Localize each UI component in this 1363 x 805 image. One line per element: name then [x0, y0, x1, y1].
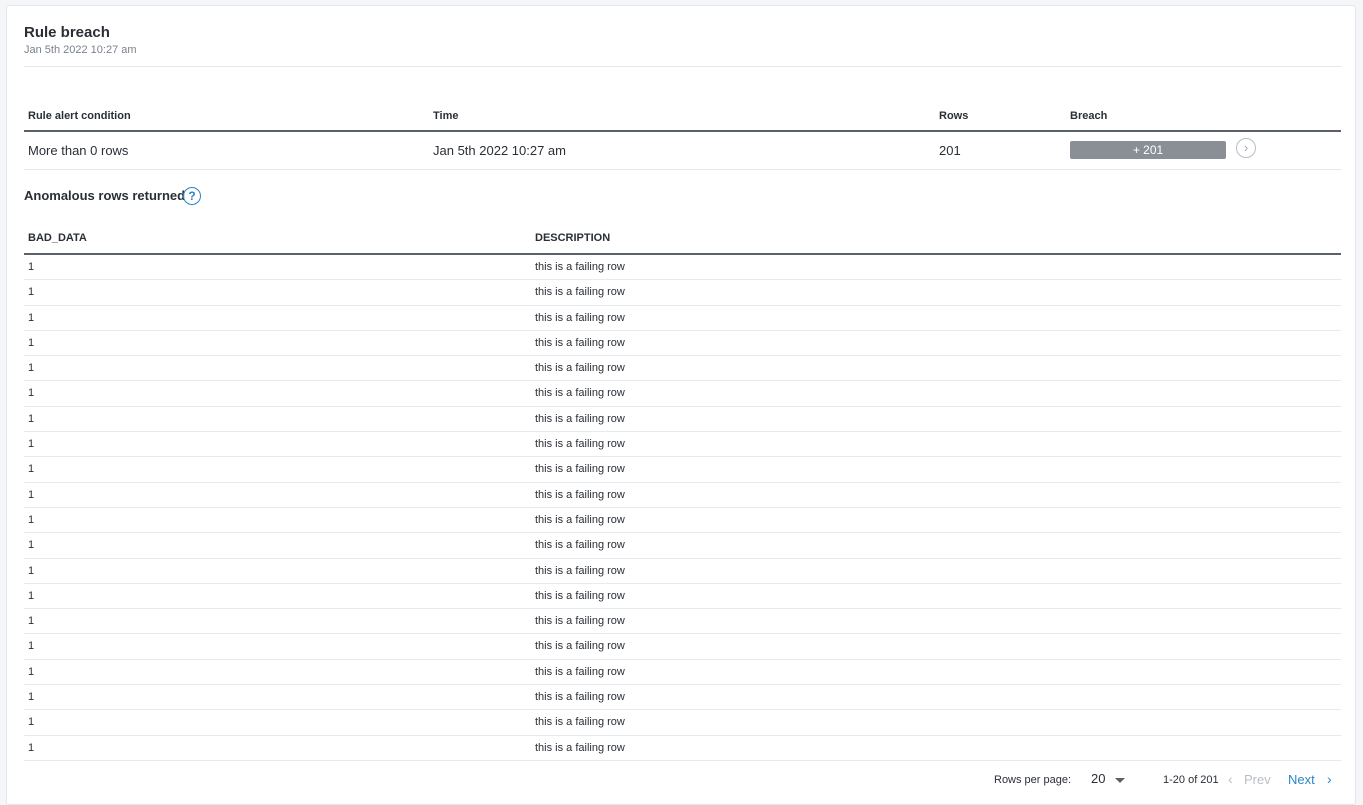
- header-divider: [24, 66, 1341, 67]
- description-cell: this is a failing row: [535, 564, 625, 577]
- bad-data-cell: 1: [28, 741, 35, 754]
- bad-data-cell: 1: [28, 261, 35, 273]
- table-row: 1 this is a failing row: [24, 432, 1341, 458]
- table-row: 1 this is a failing row: [24, 280, 1341, 306]
- description-cell: this is a failing row: [535, 741, 625, 754]
- col-header-breach: Breach: [1070, 110, 1108, 122]
- table-row: 1 this is a failing row: [24, 356, 1341, 382]
- prev-button: Prev: [1244, 772, 1271, 787]
- question-circle-icon[interactable]: ?: [183, 187, 201, 205]
- bad-data-cell: 1: [28, 589, 35, 602]
- col-header-rows: Rows: [939, 110, 969, 122]
- description-cell: this is a failing row: [535, 539, 625, 552]
- chevron-left-icon: ‹: [1228, 771, 1233, 787]
- description-cell: this is a failing row: [535, 336, 625, 349]
- description-cell: this is a failing row: [535, 615, 625, 628]
- bad-data-cell: 1: [28, 412, 35, 425]
- description-cell: this is a failing row: [535, 286, 625, 299]
- bad-data-cell: 1: [28, 564, 35, 577]
- rows-per-page-select[interactable]: 20: [1091, 771, 1105, 786]
- chevron-right-icon[interactable]: ›: [1327, 771, 1332, 787]
- col-header-time: Time: [433, 110, 459, 122]
- bad-data-cell: 1: [28, 387, 35, 400]
- next-button[interactable]: Next: [1288, 772, 1315, 787]
- rows-per-page-label: Rows per page:: [994, 774, 1072, 786]
- page-range: 1-20 of 201: [1163, 774, 1219, 786]
- description-cell: this is a failing row: [535, 311, 625, 324]
- bad-data-cell: 1: [28, 665, 35, 678]
- description-cell: this is a failing row: [535, 691, 625, 704]
- bad-data-cell: 1: [28, 691, 35, 704]
- table-row: 1 this is a failing row: [24, 306, 1341, 331]
- anomalous-rows-title: Anomalous rows returned: [24, 188, 186, 203]
- table-row: 1 this is a failing row: [24, 584, 1341, 610]
- caret-down-icon[interactable]: [1115, 778, 1125, 783]
- bad-data-cell: 1: [28, 286, 35, 299]
- table-row: 1 this is a failing row: [24, 559, 1341, 584]
- description-cell: this is a failing row: [535, 640, 625, 653]
- bad-data-cell: 1: [28, 463, 35, 476]
- bad-data-cell: 1: [28, 362, 35, 375]
- description-cell: this is a failing row: [535, 362, 625, 375]
- col-header-description: DESCRIPTION: [535, 232, 611, 244]
- table-row: 1 this is a failing row: [24, 381, 1341, 407]
- description-cell: this is a failing row: [535, 463, 625, 476]
- breach-bar: + 201: [1070, 141, 1226, 159]
- bad-data-cell: 1: [28, 539, 35, 552]
- chevron-right-icon[interactable]: ›: [1236, 138, 1256, 158]
- description-cell: this is a failing row: [535, 412, 625, 425]
- table-row: 1 this is a failing row: [24, 331, 1341, 357]
- table-row: 1 this is a failing row: [24, 609, 1341, 635]
- anomalous-table-header: BAD_DATA DESCRIPTION: [24, 226, 1341, 255]
- description-cell: this is a failing row: [535, 589, 625, 602]
- page-title: Rule breach: [24, 24, 110, 41]
- table-row: 1 this is a failing row: [24, 710, 1341, 736]
- table-row: 1 this is a failing row: [24, 407, 1341, 433]
- description-cell: this is a failing row: [535, 665, 625, 678]
- bad-data-cell: 1: [28, 336, 35, 349]
- description-cell: this is a failing row: [535, 438, 625, 451]
- col-header-condition: Rule alert condition: [28, 110, 131, 122]
- description-cell: this is a failing row: [535, 387, 625, 400]
- alert-time: Jan 5th 2022 10:27 am: [433, 143, 566, 158]
- bad-data-cell: 1: [28, 640, 35, 653]
- rule-breach-card: Rule breach Jan 5th 2022 10:27 am Rule a…: [6, 5, 1356, 805]
- table-row: 1 this is a failing row: [24, 483, 1341, 508]
- table-row: 1 this is a failing row: [24, 533, 1341, 559]
- table-row: 1 this is a failing row: [24, 457, 1341, 483]
- alert-condition: More than 0 rows: [28, 143, 129, 158]
- bad-data-cell: 1: [28, 438, 35, 451]
- bad-data-cell: 1: [28, 488, 35, 501]
- table-row: 1 this is a failing row: [24, 660, 1341, 686]
- table-row: 1 this is a failing row: [24, 685, 1341, 711]
- description-cell: this is a failing row: [535, 513, 625, 526]
- description-cell: this is a failing row: [535, 716, 625, 729]
- description-cell: this is a failing row: [535, 261, 625, 273]
- anomalous-table-body: 1 this is a failing row 1 this is a failing…: [24, 255, 1341, 761]
- alert-row-count: 201: [939, 143, 961, 158]
- bad-data-cell: 1: [28, 311, 35, 324]
- summary-table-header: Rule alert condition Time Rows Breach: [24, 101, 1341, 132]
- col-header-bad-data: BAD_DATA: [28, 232, 87, 244]
- bad-data-cell: 1: [28, 615, 35, 628]
- summary-table-row: More than 0 rows Jan 5th 2022 10:27 am 2…: [24, 131, 1341, 170]
- table-row: 1 this is a failing row: [24, 736, 1341, 761]
- table-row: 1 this is a failing row: [24, 255, 1341, 281]
- description-cell: this is a failing row: [535, 488, 625, 501]
- table-row: 1 this is a failing row: [24, 634, 1341, 660]
- page-subtitle-timestamp: Jan 5th 2022 10:27 am: [24, 44, 137, 56]
- bad-data-cell: 1: [28, 716, 35, 729]
- pagination: Rows per page: 20 1-20 of 201 ‹ Prev Nex…: [24, 770, 1341, 792]
- table-row: 1 this is a failing row: [24, 508, 1341, 534]
- bad-data-cell: 1: [28, 513, 35, 526]
